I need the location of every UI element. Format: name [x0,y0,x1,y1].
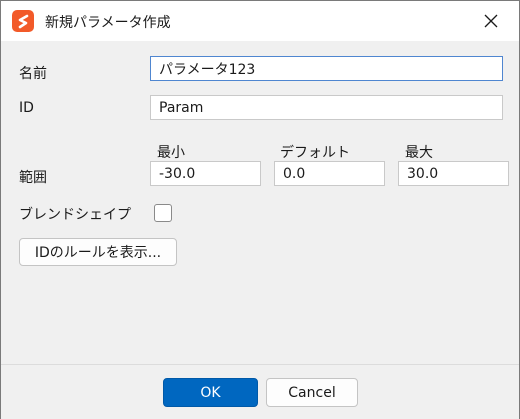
max-label: 最大 [405,145,433,161]
close-button[interactable] [474,8,508,34]
min-field[interactable] [150,161,261,186]
dialog-window: 新規パラメータ作成 名前 ID 最小 デフォルト 最大 範囲 ブレンドシェイプ … [0,0,520,419]
title-bar: 新規パラメータ作成 [1,1,519,41]
default-field[interactable] [274,161,385,186]
close-icon [484,14,498,28]
show-id-rules-button[interactable]: IDのルールを表示... [19,238,177,266]
id-field[interactable] [150,95,503,120]
default-label: デフォルト [280,145,350,161]
id-label: ID [19,100,34,116]
app-logo-icon [12,10,34,32]
min-label: 最小 [157,145,185,161]
name-label: 名前 [19,66,47,82]
ok-label: OK [200,384,221,401]
cancel-label: Cancel [288,384,336,401]
blendshape-checkbox[interactable] [154,204,172,222]
window-title: 新規パラメータ作成 [45,15,171,31]
button-bar: OK Cancel [1,364,519,419]
cancel-button[interactable]: Cancel [266,378,358,407]
blendshape-label: ブレンドシェイプ [19,207,131,223]
show-id-rules-label: IDのルールを表示... [34,245,162,261]
max-field[interactable] [398,161,509,186]
range-label: 範囲 [19,170,47,186]
ok-button[interactable]: OK [163,378,258,407]
name-field[interactable] [150,56,503,81]
